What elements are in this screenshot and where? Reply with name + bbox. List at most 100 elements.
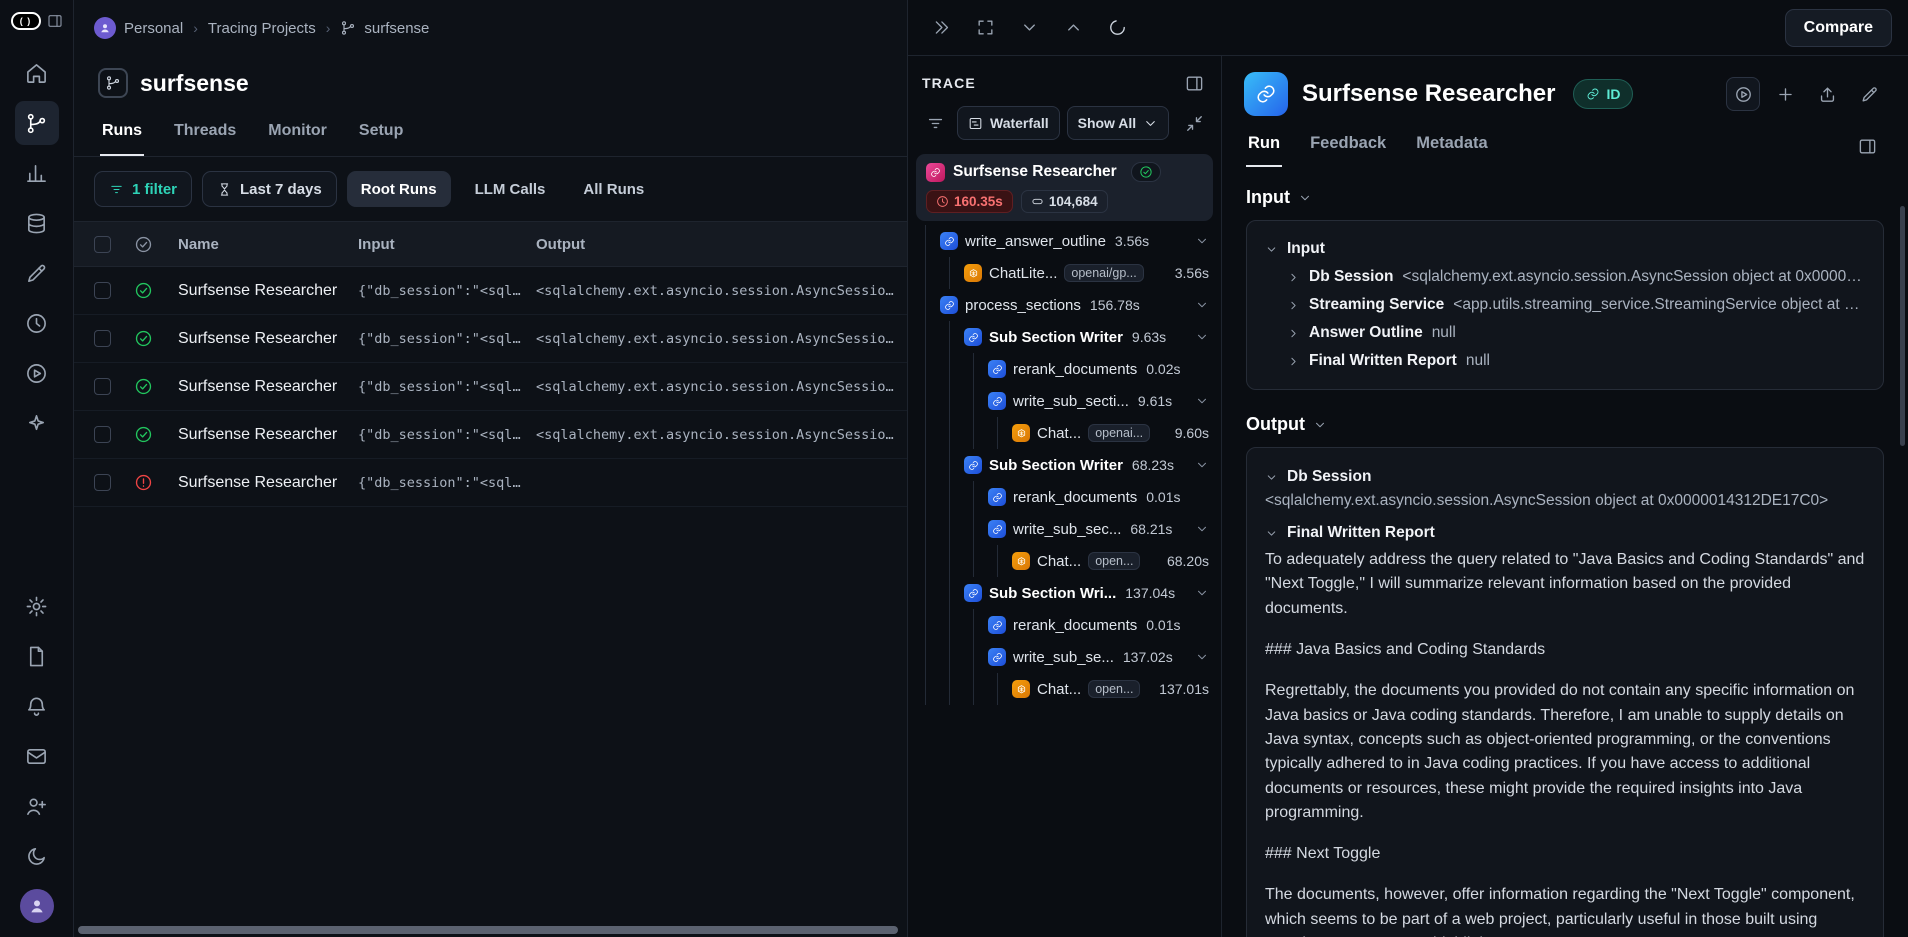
sidebar-notifications[interactable] <box>15 684 59 728</box>
sidebar-dark-mode[interactable] <box>15 834 59 878</box>
trace-node[interactable]: Chat...openai...9.60s <box>916 417 1213 449</box>
trace-node[interactable]: write_answer_outline3.56s <box>916 225 1213 257</box>
select-all-checkbox[interactable] <box>94 236 111 253</box>
root-runs-button[interactable]: Root Runs <box>347 171 451 207</box>
collapse-sidebar-icon[interactable] <box>47 13 63 29</box>
tab-metadata[interactable]: Metadata <box>1414 126 1490 167</box>
trace-node[interactable]: write_sub_se...137.02s <box>916 641 1213 673</box>
trace-node[interactable]: Sub Section Wri...137.04s <box>916 577 1213 609</box>
trace-node[interactable]: Sub Section Writer68.23s <box>916 449 1213 481</box>
trace-node[interactable]: rerank_documents0.01s <box>916 481 1213 513</box>
trace-node[interactable]: write_sub_sec...68.21s <box>916 513 1213 545</box>
tab-run[interactable]: Run <box>1246 126 1282 167</box>
llm-calls-button[interactable]: LLM Calls <box>461 171 560 207</box>
row-checkbox[interactable] <box>94 330 111 347</box>
tab-setup[interactable]: Setup <box>357 112 405 156</box>
previous-run-button[interactable] <box>1012 11 1046 45</box>
sidebar-automations[interactable] <box>15 301 59 345</box>
chevron-down-icon[interactable] <box>1195 458 1209 472</box>
row-checkbox[interactable] <box>94 474 111 491</box>
collapse-all-button[interactable] <box>1179 108 1209 138</box>
sidebar-mail[interactable] <box>15 734 59 778</box>
trace-node[interactable]: rerank_documents0.02s <box>916 353 1213 385</box>
breadcrumb-project[interactable]: surfsense <box>340 20 429 37</box>
chevron-down-icon[interactable] <box>1195 330 1209 344</box>
sidebar-invite-user[interactable] <box>15 784 59 828</box>
tab-monitor[interactable]: Monitor <box>266 112 329 156</box>
chevron-down-icon[interactable] <box>1195 650 1209 664</box>
open-in-playground-button[interactable] <box>1726 77 1760 111</box>
project-title-icon <box>98 68 128 98</box>
trace-root-node[interactable]: Surfsense Researcher 160.35s 104,684 <box>916 154 1213 221</box>
chevron-down-icon[interactable] <box>1195 586 1209 600</box>
chevron-down-icon[interactable] <box>1195 522 1209 536</box>
waterfall-button[interactable]: Waterfall <box>957 106 1060 140</box>
date-range-button[interactable]: Last 7 days <box>202 171 337 207</box>
collapse-panel-button[interactable] <box>924 11 958 45</box>
expand-icon <box>976 18 995 37</box>
breadcrumb-section[interactable]: Tracing Projects <box>208 20 316 37</box>
chevron-down-icon[interactable] <box>1195 394 1209 408</box>
row-checkbox[interactable] <box>94 426 111 443</box>
sidebar-settings[interactable] <box>15 584 59 628</box>
chevron-down-icon[interactable] <box>1195 234 1209 248</box>
trace-node[interactable]: Chat...open...68.20s <box>916 545 1213 577</box>
toggle-trace-panel-button[interactable] <box>1181 70 1207 96</box>
sidebar-datasets[interactable] <box>15 201 59 245</box>
toggle-detail-panel-button[interactable] <box>1850 130 1884 164</box>
user-avatar[interactable] <box>20 889 54 923</box>
compare-button[interactable]: Compare <box>1785 9 1892 47</box>
sidebar-experiments[interactable] <box>15 401 59 445</box>
all-runs-button[interactable]: All Runs <box>569 171 658 207</box>
chevron-down-icon[interactable] <box>1195 298 1209 312</box>
share-run-button[interactable] <box>1810 77 1844 111</box>
input-kv-row[interactable]: Final Written Reportnull <box>1265 347 1865 375</box>
show-all-dropdown[interactable]: Show All <box>1067 106 1170 140</box>
tab-threads[interactable]: Threads <box>172 112 238 156</box>
tree-guide <box>916 609 933 641</box>
trace-node[interactable]: write_sub_secti...9.61s <box>916 385 1213 417</box>
run-id-badge[interactable]: ID <box>1573 79 1633 109</box>
output-db-session-key[interactable]: Db Session <box>1265 468 1865 486</box>
tree-guide <box>916 673 933 705</box>
trace-node[interactable]: Chat...open...137.01s <box>916 673 1213 705</box>
input-kv-row[interactable]: Answer Outlinenull <box>1265 319 1865 347</box>
breadcrumb-org[interactable]: Personal <box>94 17 183 39</box>
trace-filter-button[interactable] <box>920 108 950 138</box>
input-kv-row[interactable]: Streaming Service<app.utils.streaming_se… <box>1265 291 1865 319</box>
table-row[interactable]: Surfsense Researcher{"db_session":"<sqla… <box>74 267 907 315</box>
tab-feedback[interactable]: Feedback <box>1308 126 1388 167</box>
trace-node[interactable]: Sub Section Writer9.63s <box>916 321 1213 353</box>
row-checkbox[interactable] <box>94 282 111 299</box>
sidebar-home[interactable] <box>15 51 59 95</box>
vertical-scrollbar[interactable] <box>1900 206 1905 446</box>
sidebar-dashboards[interactable] <box>15 151 59 195</box>
table-row[interactable]: Surfsense Researcher{"db_session":"<sqla… <box>74 363 907 411</box>
column-header-name[interactable]: Name <box>178 236 358 253</box>
add-to-dataset-button[interactable] <box>1768 77 1802 111</box>
horizontal-scrollbar[interactable] <box>78 926 898 934</box>
trace-node[interactable]: process_sections156.78s <box>916 289 1213 321</box>
input-kv-row[interactable]: Input <box>1265 235 1865 263</box>
column-header-output[interactable]: Output <box>536 236 907 253</box>
input-kv-row[interactable]: Db Session<sqlalchemy.ext.asyncio.sessio… <box>1265 263 1865 291</box>
sidebar-playground[interactable] <box>15 351 59 395</box>
sidebar-docs[interactable] <box>15 634 59 678</box>
table-row[interactable]: Surfsense Researcher{"db_session":"<sqla… <box>74 411 907 459</box>
table-row[interactable]: Surfsense Researcher{"db_session":"<sqla… <box>74 459 907 507</box>
trace-node[interactable]: ChatLite...openai/gp...3.56s <box>916 257 1213 289</box>
expand-fullscreen-button[interactable] <box>968 11 1002 45</box>
output-section-label[interactable]: Output <box>1246 414 1884 435</box>
sidebar-tracing-projects[interactable] <box>15 101 59 145</box>
output-report-key[interactable]: Final Written Report <box>1265 524 1865 542</box>
filter-count-button[interactable]: 1 filter <box>94 171 192 207</box>
tab-runs[interactable]: Runs <box>100 112 144 156</box>
annotate-run-button[interactable] <box>1852 77 1886 111</box>
input-section-label[interactable]: Input <box>1246 187 1884 208</box>
trace-node[interactable]: rerank_documents0.01s <box>916 609 1213 641</box>
row-checkbox[interactable] <box>94 378 111 395</box>
column-header-input[interactable]: Input <box>358 236 536 253</box>
sidebar-annotations[interactable] <box>15 251 59 295</box>
next-run-button[interactable] <box>1056 11 1090 45</box>
table-row[interactable]: Surfsense Researcher{"db_session":"<sqla… <box>74 315 907 363</box>
